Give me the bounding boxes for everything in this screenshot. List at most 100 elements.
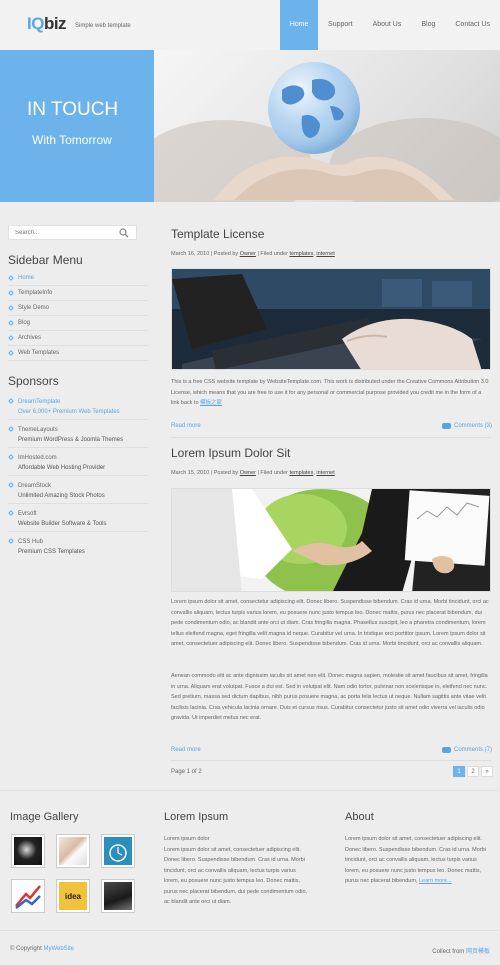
sidebar-item-label: Archives xyxy=(18,335,42,341)
post-title[interactable]: Lorem Ipsum Dolor Sit xyxy=(171,446,290,460)
copyright-label: © Copyright xyxy=(10,946,42,952)
post-date: March 15, 2010 xyxy=(171,470,210,476)
pagination-label: Page 1 of 2 xyxy=(171,769,202,775)
sponsor-desc: Affordable Web Hosting Provider xyxy=(18,465,106,471)
post-body-2: Aenean commodo elit ac ante dignissim ia… xyxy=(171,673,488,721)
posted-by-label: Posted by xyxy=(213,470,239,476)
posted-by-label: Posted by xyxy=(213,251,239,257)
sidebar-item-home[interactable]: Home xyxy=(8,271,148,286)
sponsor-item[interactable]: DreamTemplate Over 6,000+ Premium Web Tem… xyxy=(8,392,148,420)
sidebar-menu-title: Sidebar Menu xyxy=(8,253,83,267)
gallery-title: Image Gallery xyxy=(10,811,79,823)
bullet-icon xyxy=(8,482,14,488)
sponsor-item[interactable]: ImHosted.com Affordable Web Hosting Provi… xyxy=(8,448,148,476)
gallery-thumb[interactable] xyxy=(11,879,45,913)
sponsor-name[interactable]: Evrsoft xyxy=(18,509,107,519)
post-image-handshake xyxy=(171,488,491,592)
category-link[interactable]: internet xyxy=(316,470,334,476)
learn-more-link[interactable]: Learn more... xyxy=(419,878,452,884)
post-author-link[interactable]: Owner xyxy=(240,251,256,257)
copyright: © Copyright MyWebSite xyxy=(10,946,74,952)
sponsor-item[interactable]: ThemeLayouts Premium WordPress & Joomla T… xyxy=(8,420,148,448)
comment-icon xyxy=(441,747,451,753)
nav-about-us[interactable]: About Us xyxy=(363,0,412,50)
comments-count: Comments (7) xyxy=(453,747,492,753)
gallery-thumb[interactable] xyxy=(11,834,45,868)
bullet-icon xyxy=(8,398,14,404)
gallery-thumb[interactable] xyxy=(56,834,90,868)
sponsor-desc: Over 6,000+ Premium Web Templates xyxy=(18,409,120,415)
about-title: About xyxy=(345,811,374,823)
comments-count: Comments (3) xyxy=(453,423,492,429)
bullet-icon xyxy=(8,305,14,311)
sidebar-item-archives[interactable]: Archives xyxy=(8,331,148,346)
nav-home[interactable]: Home xyxy=(280,0,319,50)
sidebar-item-templateinfo[interactable]: TemplateInfo xyxy=(8,286,148,301)
bullet-icon xyxy=(8,426,14,432)
sponsor-name[interactable]: DreamTemplate xyxy=(18,397,120,407)
sidebar-item-blog[interactable]: Blog xyxy=(8,316,148,331)
hero-banner: IN TOUCH With Tomorrow xyxy=(0,50,500,202)
arrows-chart-icon xyxy=(15,885,41,909)
footer: © Copyright MyWebSite Collect from 网页模板 xyxy=(0,930,500,965)
post-date: March 16, 2010 xyxy=(171,251,210,257)
bullet-icon xyxy=(8,350,14,356)
bullet-icon xyxy=(8,290,14,296)
hero-subtitle: With Tomorrow xyxy=(32,133,112,147)
post-meta: March 15, 2010 | Posted by Owner | Filed… xyxy=(171,470,335,476)
sidebar-menu: Home TemplateInfo Style Demo Blog Archiv… xyxy=(8,271,148,361)
gallery-thumb[interactable]: idea xyxy=(56,879,90,913)
comments-link[interactable]: Comments (3) xyxy=(441,423,492,429)
read-more-link[interactable]: Read more xyxy=(171,423,201,429)
category-link[interactable]: templates xyxy=(289,470,313,476)
tagline: Simple web template xyxy=(75,23,131,29)
collect-label: Collect from xyxy=(432,949,465,955)
credit-link[interactable]: 模板之家 xyxy=(200,400,222,406)
about-body: Lorem ipsum dolor sit amet, consectetuer… xyxy=(345,836,486,884)
next-page-button[interactable]: » xyxy=(481,766,493,777)
sponsor-name[interactable]: ImHosted.com xyxy=(18,453,105,463)
sidebar-item-label: Blog xyxy=(18,320,31,326)
post-title[interactable]: Template License xyxy=(171,227,264,241)
gallery-thumb[interactable] xyxy=(101,879,135,913)
read-more-link[interactable]: Read more xyxy=(171,747,201,753)
post-author-link[interactable]: Owner xyxy=(240,470,256,476)
sponsor-item[interactable]: CSS Hub Premium CSS Templates xyxy=(8,532,148,560)
comments-link[interactable]: Comments (7) xyxy=(441,747,492,753)
gallery-thumb[interactable] xyxy=(101,834,135,868)
nav-blog[interactable]: Blog xyxy=(411,0,445,50)
collect-link[interactable]: 网页模板 xyxy=(466,949,490,955)
bullet-icon xyxy=(8,538,14,544)
logo-iq: IQ xyxy=(27,14,44,33)
nav-contact-us[interactable]: Contact Us xyxy=(445,0,500,50)
search-icon[interactable] xyxy=(119,228,129,238)
sponsor-item[interactable]: DreamStock Unlimited Amazing Stock Photos xyxy=(8,476,148,504)
post-body: Lorem ipsum dolor sit amet, consectetur … xyxy=(171,599,489,647)
sidebar-item-style-demo[interactable]: Style Demo xyxy=(8,301,148,316)
page-2-button[interactable]: 2 xyxy=(467,766,479,777)
search-input[interactable] xyxy=(9,226,109,239)
page-1-button[interactable]: 1 xyxy=(453,766,465,777)
category-link[interactable]: internet xyxy=(316,251,334,257)
logo[interactable]: IQbiz xyxy=(27,14,67,34)
globe-in-hands-illustration xyxy=(154,62,500,202)
filed-under-label: Filed under xyxy=(260,470,288,476)
sponsor-item[interactable]: Evrsoft Website Builder Software & Tools xyxy=(8,504,148,532)
hero-panel: IN TOUCH With Tomorrow xyxy=(0,50,154,202)
sidebar-item-label: Web Templates xyxy=(18,350,60,356)
lorem-ipsum-title: Lorem Ipsum xyxy=(164,811,229,823)
comment-icon xyxy=(441,423,451,429)
sponsors-list: DreamTemplate Over 6,000+ Premium Web Tem… xyxy=(8,392,148,560)
sidebar-item-web-templates[interactable]: Web Templates xyxy=(8,346,148,361)
search-box xyxy=(8,225,137,240)
sponsor-name[interactable]: CSS Hub xyxy=(18,537,85,547)
sponsors-title: Sponsors xyxy=(8,374,59,388)
sponsor-name[interactable]: DreamStock xyxy=(18,481,105,491)
sidebar-item-label: TemplateInfo xyxy=(18,290,53,296)
site-link[interactable]: MyWebSite xyxy=(43,946,74,952)
clock-icon xyxy=(109,844,127,862)
nav-support[interactable]: Support xyxy=(318,0,363,50)
category-link[interactable]: templates xyxy=(289,251,313,257)
sponsor-name[interactable]: ThemeLayouts xyxy=(18,425,123,435)
header: IQbiz Simple web template Home Support A… xyxy=(0,0,500,50)
